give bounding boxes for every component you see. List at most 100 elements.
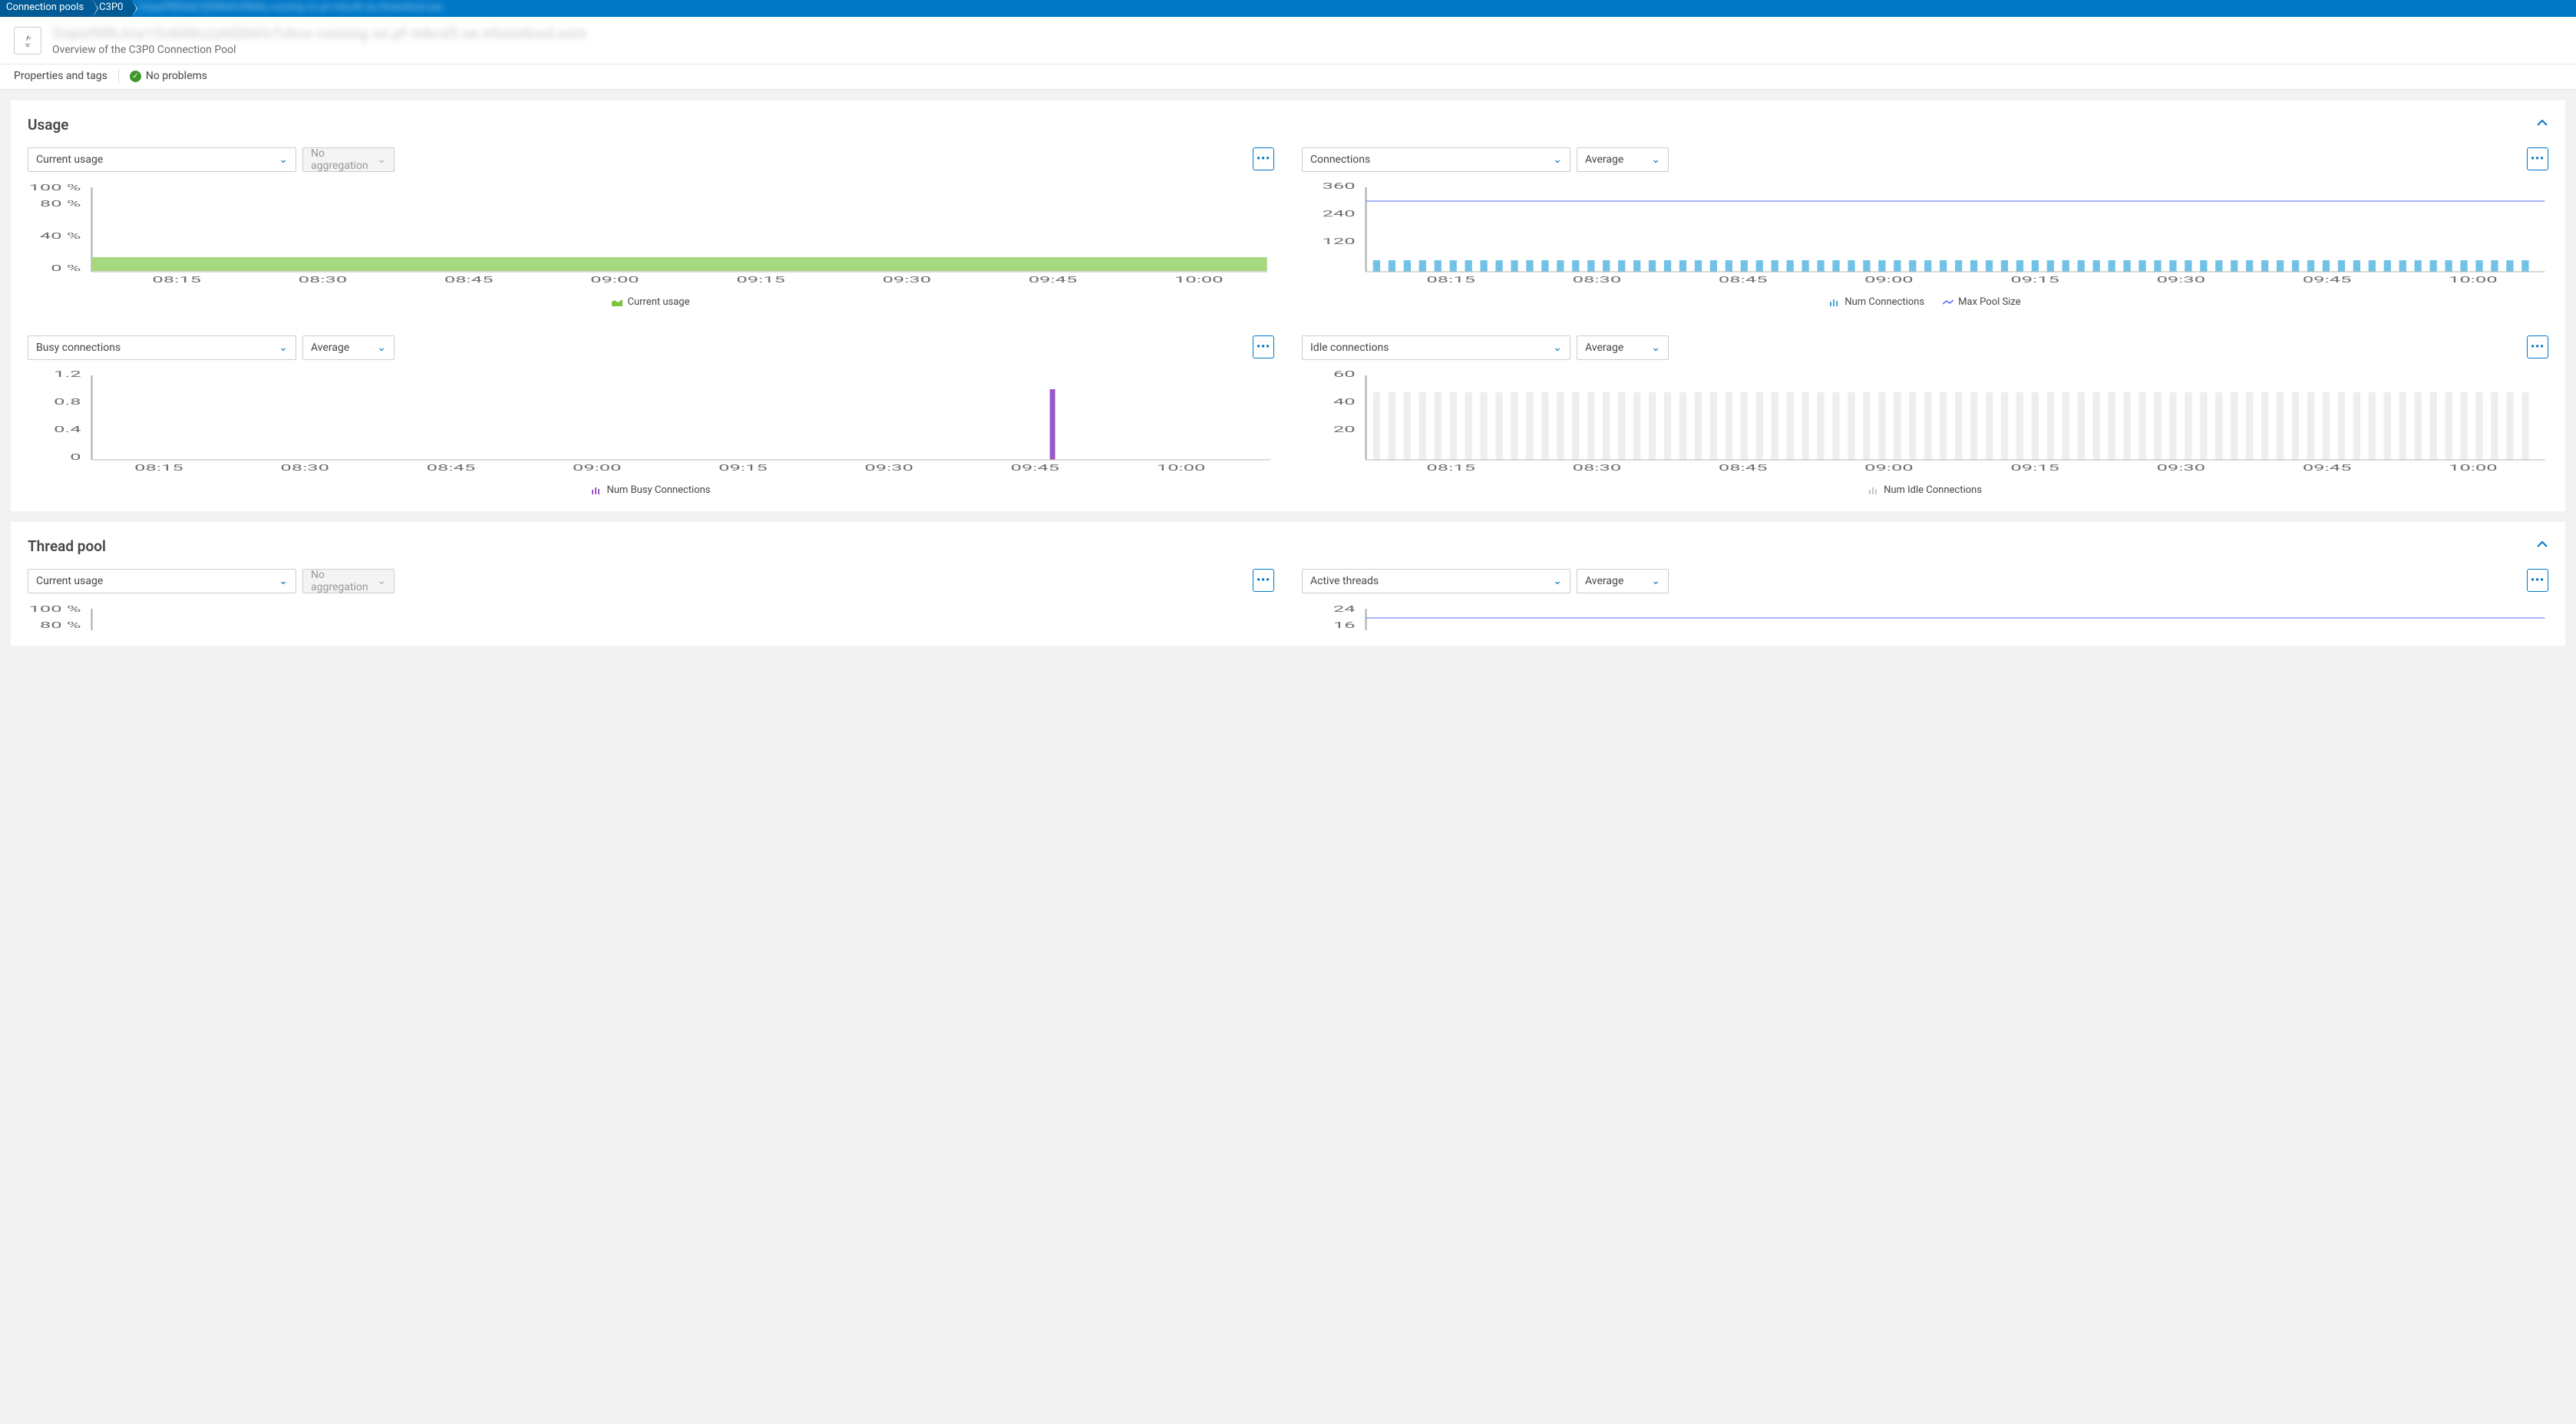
metric-select[interactable]: Current usage⌄: [28, 569, 296, 593]
svg-text:16: 16: [1333, 620, 1356, 630]
svg-text:240: 240: [1323, 209, 1356, 219]
svg-text:09:45: 09:45: [1011, 463, 1060, 473]
svg-text:09:15: 09:15: [736, 275, 785, 285]
metric-select[interactable]: Connections⌄: [1302, 147, 1570, 172]
svg-text:09:00: 09:00: [1864, 463, 1914, 473]
svg-text:08:30: 08:30: [1573, 463, 1622, 473]
bars-icon: [591, 487, 602, 494]
bars-icon: [1829, 299, 1840, 306]
svg-text:10:00: 10:00: [1157, 463, 1206, 473]
chevron-down-icon: ⌄: [279, 154, 288, 166]
svg-text:09:00: 09:00: [590, 275, 639, 285]
svg-text:120: 120: [1323, 236, 1356, 246]
svg-text:100 %: 100 %: [29, 604, 81, 614]
chart-svg: 360 240 120 08:1508:3008:4509:0009:1509:…: [1302, 181, 2548, 289]
svg-text:40 %: 40 %: [40, 231, 81, 241]
area-icon: [612, 299, 623, 306]
chart-more-button[interactable]: •••: [1253, 335, 1274, 358]
svg-text:10:00: 10:00: [1174, 275, 1224, 285]
collapse-button[interactable]: [2536, 538, 2548, 554]
panel-title-usage: Usage: [28, 116, 68, 134]
legend-item[interactable]: Num Idle Connections: [1868, 484, 1982, 496]
svg-text:40: 40: [1333, 397, 1356, 407]
svg-text:60: 60: [1333, 369, 1356, 379]
panel-usage: Usage Current usage⌄ No aggregation⌄ •••…: [11, 101, 2565, 511]
svg-text:09:30: 09:30: [883, 275, 932, 285]
metric-select[interactable]: Active threads⌄: [1302, 569, 1570, 593]
legend-item[interactable]: Num Busy Connections: [591, 484, 710, 496]
svg-text:08:15: 08:15: [152, 275, 201, 285]
collapse-button[interactable]: [2536, 117, 2548, 133]
chart-busy-connections: Busy connections⌄ Average⌄ ••• 1.2 0.8 0…: [28, 335, 1274, 496]
legend-item[interactable]: Num Connections: [1829, 296, 1924, 308]
chart-connections: Connections⌄ Average⌄ ••• 360 240 120 08: [1302, 147, 2548, 308]
svg-text:08:45: 08:45: [427, 463, 476, 473]
aggregation-select[interactable]: Average⌄: [1577, 335, 1669, 360]
panel-title-threadpool: Thread pool: [28, 537, 106, 555]
chevron-down-icon: ⌄: [1651, 342, 1660, 354]
chart-current-usage: Current usage⌄ No aggregation⌄ ••• 100 %…: [28, 147, 1274, 308]
chevron-down-icon: ⌄: [1553, 342, 1562, 354]
breadcrumb-type[interactable]: C3P0: [93, 0, 132, 17]
aggregation-select[interactable]: Average⌄: [302, 335, 395, 360]
meta-bar: Properties and tags ✓ No problems: [0, 64, 2576, 90]
chevron-down-icon: ⌄: [1651, 575, 1660, 587]
svg-text:09:30: 09:30: [2157, 275, 2206, 285]
chart-idle-connections: Idle connections⌄ Average⌄ ••• 60 40 20 …: [1302, 335, 2548, 496]
chart-tp-usage: Current usage⌄ No aggregation⌄ ••• 100 %…: [28, 569, 1274, 630]
chevron-down-icon: ⌄: [1553, 154, 1562, 166]
svg-text:09:00: 09:00: [573, 463, 622, 473]
aggregation-select[interactable]: Average⌄: [1577, 569, 1669, 593]
chart-svg: 24 16: [1302, 603, 2548, 630]
svg-text:0 %: 0 %: [51, 263, 81, 273]
page-subtitle: Overview of the C3P0 Connection Pool: [52, 44, 586, 56]
svg-text:09:45: 09:45: [1029, 275, 1078, 285]
svg-text:0.8: 0.8: [54, 397, 81, 407]
chart-more-button[interactable]: •••: [2527, 147, 2548, 170]
legend-item[interactable]: Max Pool Size: [1943, 296, 2021, 308]
bars-icon: [1868, 487, 1879, 494]
svg-text:09:00: 09:00: [1864, 275, 1914, 285]
chart-more-button[interactable]: •••: [1253, 569, 1274, 592]
chart-svg: 100 % 80 %: [28, 603, 1274, 630]
chevron-down-icon: ⌄: [1553, 575, 1562, 587]
svg-text:0.4: 0.4: [54, 425, 81, 434]
chart-tp-active: Active threads⌄ Average⌄ ••• 24 16: [1302, 569, 2548, 630]
svg-text:08:30: 08:30: [280, 463, 329, 473]
breadcrumb-instance[interactable]: 2rqxyfff8l3ds7j5f0kbfcf4fahs running on …: [132, 0, 452, 17]
svg-text:0: 0: [70, 452, 81, 462]
aggregation-select: No aggregation⌄: [302, 569, 395, 593]
chevron-down-icon: ⌄: [279, 575, 288, 587]
chart-more-button[interactable]: •••: [1253, 147, 1274, 170]
metric-select[interactable]: Idle connections⌄: [1302, 335, 1570, 360]
chart-more-button[interactable]: •••: [2527, 335, 2548, 358]
chevron-down-icon: ⌄: [377, 575, 386, 587]
chart-svg: 1.2 0.8 0.4 0 08:1508:3008:4509:0009:150…: [28, 369, 1274, 477]
chart-svg: 100 % 80 % 40 % 0 % 08:1508:3008:4509:00…: [28, 181, 1274, 289]
page-title: 2rqxyf0RL6vy15c6i0kczy6Q0AfsTvbce runnin…: [52, 25, 586, 42]
line-icon: [1943, 299, 1953, 306]
properties-link[interactable]: Properties and tags: [14, 70, 107, 82]
svg-text:08:30: 08:30: [1573, 275, 1622, 285]
chart-more-button[interactable]: •••: [2527, 569, 2548, 592]
svg-text:09:30: 09:30: [2157, 463, 2206, 473]
health-status[interactable]: ✓ No problems: [130, 70, 207, 82]
chevron-down-icon: ⌄: [1651, 154, 1660, 166]
chevron-up-icon: [2536, 538, 2548, 550]
metric-select[interactable]: Busy connections⌄: [28, 335, 296, 360]
page-header: 2rqxyf0RL6vy15c6i0kczy6Q0AfsTvbce runnin…: [0, 17, 2576, 64]
panel-thread-pool: Thread pool Current usage⌄ No aggregatio…: [11, 522, 2565, 646]
svg-text:80 %: 80 %: [40, 199, 81, 209]
svg-text:09:30: 09:30: [864, 463, 913, 473]
svg-text:10:00: 10:00: [2449, 463, 2498, 473]
svg-text:08:30: 08:30: [299, 275, 348, 285]
metric-select[interactable]: Current usage⌄: [28, 147, 296, 172]
breadcrumb-root[interactable]: Connection pools: [0, 0, 93, 17]
svg-text:08:15: 08:15: [1426, 275, 1475, 285]
svg-text:80 %: 80 %: [40, 620, 81, 630]
check-icon: ✓: [130, 71, 141, 82]
chevron-down-icon: ⌄: [377, 342, 386, 354]
aggregation-select[interactable]: Average⌄: [1577, 147, 1669, 172]
svg-text:09:45: 09:45: [2303, 463, 2352, 473]
legend-item[interactable]: Current usage: [612, 296, 689, 308]
